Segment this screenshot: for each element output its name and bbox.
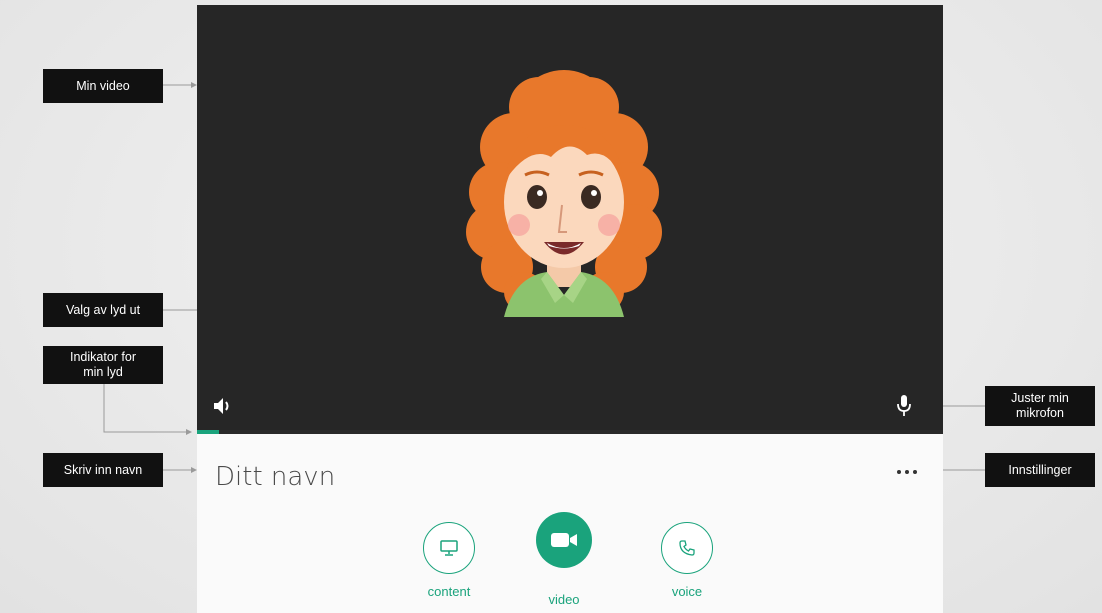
callout-text: Skriv inn navn bbox=[63, 462, 143, 477]
avatar bbox=[466, 70, 662, 317]
control-panel: content video voice bbox=[197, 434, 943, 613]
callout-skriv-navn: Skriv inn navn bbox=[43, 453, 163, 487]
video-label: video bbox=[548, 592, 580, 607]
phone-icon bbox=[679, 540, 695, 556]
callout-juster-mikrofon: Juster min mikrofon bbox=[985, 386, 1095, 426]
more-dots-icon bbox=[897, 470, 901, 474]
more-options-button[interactable] bbox=[897, 470, 917, 474]
more-dots-icon bbox=[905, 470, 909, 474]
monitor-icon bbox=[440, 540, 458, 556]
content-button[interactable] bbox=[423, 522, 475, 574]
callout-indikator-lyd: Indikator for min lyd bbox=[43, 346, 163, 384]
content-label: content bbox=[427, 584, 471, 599]
callout-text: Min video bbox=[76, 78, 130, 93]
more-dots-icon bbox=[913, 470, 917, 474]
microphone-icon[interactable] bbox=[897, 394, 911, 418]
callout-valg-lyd-ut: Valg av lyd ut bbox=[43, 293, 163, 327]
self-video-preview bbox=[197, 5, 943, 430]
video-button[interactable] bbox=[536, 512, 592, 568]
speaker-icon[interactable] bbox=[212, 395, 234, 417]
callout-text: Valg av lyd ut bbox=[65, 302, 141, 317]
video-camera-icon bbox=[551, 533, 577, 547]
callout-min-video: Min video bbox=[43, 69, 163, 103]
callout-text: Juster min mikrofon bbox=[1011, 391, 1069, 420]
name-input[interactable] bbox=[215, 458, 475, 496]
voice-button[interactable] bbox=[661, 522, 713, 574]
callout-text: Indikator for min lyd bbox=[69, 350, 136, 379]
callout-text: Innstillinger bbox=[1008, 462, 1072, 477]
callout-innstillinger: Innstillinger bbox=[985, 453, 1095, 487]
voice-label: voice bbox=[671, 584, 703, 599]
call-preview: content video voice bbox=[197, 5, 943, 613]
